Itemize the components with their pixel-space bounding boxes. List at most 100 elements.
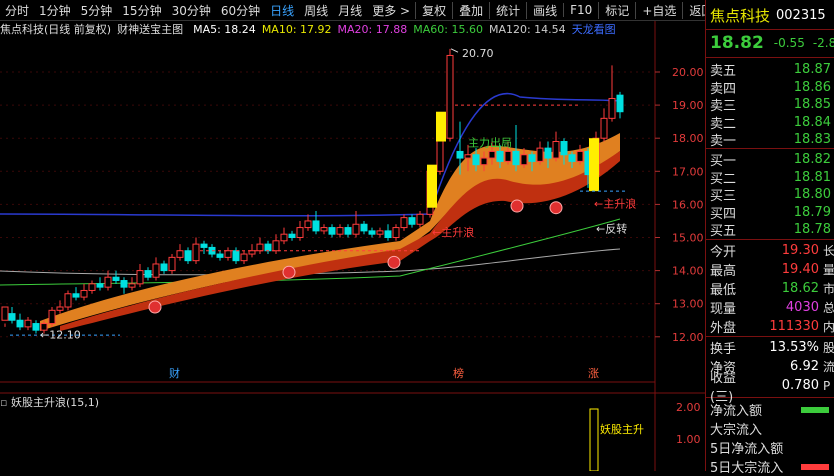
tianlong-label[interactable]: 天龙看图	[572, 21, 616, 37]
candle-body	[456, 150, 464, 159]
signal-bar	[589, 138, 599, 192]
candle-body	[408, 217, 416, 225]
y-tick-label: 20.00	[672, 66, 704, 79]
indicator-name[interactable]: 财神送宝主图	[117, 21, 183, 37]
candle-body	[64, 293, 72, 308]
high-price-label: 20.70	[462, 47, 494, 60]
candle-body	[544, 147, 552, 159]
quote-stat-label: 最低	[710, 283, 737, 298]
signal-bar	[436, 111, 446, 142]
bid-level-value: 18.82	[793, 152, 831, 167]
period-tab-more[interactable]: 更多 >	[367, 2, 415, 19]
period-tab-5min[interactable]: 5分钟	[76, 2, 118, 19]
candle-body	[96, 283, 104, 288]
period-tab-1min[interactable]: 1分钟	[34, 2, 76, 19]
quote-stat-value: 19.30	[781, 243, 819, 258]
period-tab-15min[interactable]: 15分钟	[117, 2, 166, 19]
candle-body	[80, 289, 88, 298]
add-watchlist-button[interactable]: +自选	[635, 1, 682, 19]
candle-body	[600, 117, 608, 139]
candle-body	[472, 154, 480, 166]
draw-line-button[interactable]: 画线	[526, 1, 563, 19]
signal-ball	[510, 199, 524, 213]
candle-body	[304, 220, 312, 229]
statistics-button[interactable]: 统计	[489, 1, 526, 19]
candle-body	[240, 253, 248, 262]
period-tab-monthly[interactable]: 月线	[333, 2, 367, 19]
flow-row: 5日净流入额	[706, 438, 834, 457]
quote-stat-label: 今开	[710, 245, 737, 260]
candle-body	[32, 323, 40, 331]
high-pointer	[450, 48, 459, 53]
flow-row: 5日大宗流入	[706, 457, 834, 476]
candle-body	[136, 270, 144, 285]
candle-body	[352, 223, 360, 235]
ask-level-row: 卖五 18.87	[706, 60, 834, 79]
flow-label: 5日净流入额	[710, 442, 784, 457]
candle-body	[56, 306, 64, 311]
candle-body	[568, 154, 576, 162]
ma120-label: MA120: 14.54	[488, 22, 566, 36]
sub-signal-bar	[589, 408, 599, 471]
candle-body	[576, 150, 584, 162]
candle-body	[552, 141, 560, 159]
flow-row: 净流入额	[706, 400, 834, 419]
candle-body	[176, 250, 184, 258]
kline-chart[interactable]: 20.00 19.00 18.00 17.00 16.00 15.00 14.00 13.00…	[0, 21, 705, 471]
period-tab-60min[interactable]: 60分钟	[216, 2, 265, 19]
flow-label: 大宗流入	[710, 423, 763, 438]
fund-stat-value: 13.53%	[769, 340, 819, 355]
candle-body	[560, 141, 568, 156]
period-tab-fenshi[interactable]: 分时	[0, 2, 34, 19]
candle-body	[504, 150, 512, 162]
fund-stat-label: 换手	[710, 342, 737, 357]
main-up-label: ←主升浪	[432, 225, 474, 239]
ask-level-label: 卖三	[710, 99, 737, 114]
sub-chart-title: 妖股主升浪(15,1)	[10, 396, 100, 409]
period-tab-daily[interactable]: 日线	[265, 2, 299, 19]
bid-level-label: 买一	[710, 154, 737, 169]
quote-stat-value: 4030	[785, 300, 819, 315]
ask-level-value: 18.85	[793, 97, 831, 112]
candle-body	[320, 227, 328, 232]
fund-stat-value: 6.92	[790, 359, 819, 374]
y-tick-label: 12.00	[672, 331, 704, 344]
candle-body	[496, 150, 504, 162]
ask-level-row: 卖三 18.85	[706, 95, 834, 114]
flow-label: 净流入额	[710, 404, 763, 419]
signal-bar	[427, 164, 437, 208]
candle-body	[256, 243, 264, 252]
bid-level-row: 买五 18.78	[706, 220, 834, 239]
candle-body	[384, 230, 392, 239]
candle-body	[328, 227, 336, 235]
candle-body	[48, 309, 56, 325]
candle-body	[436, 137, 444, 172]
period-tab-30min[interactable]: 30分钟	[167, 2, 216, 19]
price-change-pct: -2.8	[812, 36, 834, 50]
candle-body	[464, 154, 472, 159]
main-up-label: ←主升浪	[594, 197, 636, 211]
flow-bar	[801, 463, 829, 470]
candle-body	[296, 227, 304, 239]
candle-body	[120, 280, 128, 288]
candle-body	[368, 230, 376, 235]
collapse-icon[interactable]: ▫	[0, 396, 11, 409]
stock-name: 焦点科技	[710, 6, 771, 25]
fund-stat-label: 收益(三)	[710, 370, 737, 405]
sub-signal-label: 妖股主升	[600, 422, 644, 436]
overlay-button[interactable]: 叠加	[452, 1, 489, 19]
ask-level-row: 卖一 18.83	[706, 130, 834, 149]
mark-button[interactable]: 标记	[598, 1, 635, 19]
candle-body	[88, 283, 96, 291]
f10-button[interactable]: F10	[563, 3, 598, 17]
quote-stat-label: 最高	[710, 264, 737, 279]
quote-stat-row: 外盘 111330 内	[706, 317, 834, 336]
flow-bar	[801, 426, 829, 432]
period-tab-weekly[interactable]: 周线	[299, 2, 333, 19]
fund-stat-row: 收益(三) 0.780 P	[706, 371, 834, 405]
bid-level-row: 买一 18.82	[706, 150, 834, 169]
candle-body	[416, 213, 424, 225]
restore-rights-button[interactable]: 复权	[415, 1, 452, 19]
candle-body	[16, 319, 24, 328]
y-tick-label: 16.00	[672, 198, 704, 211]
